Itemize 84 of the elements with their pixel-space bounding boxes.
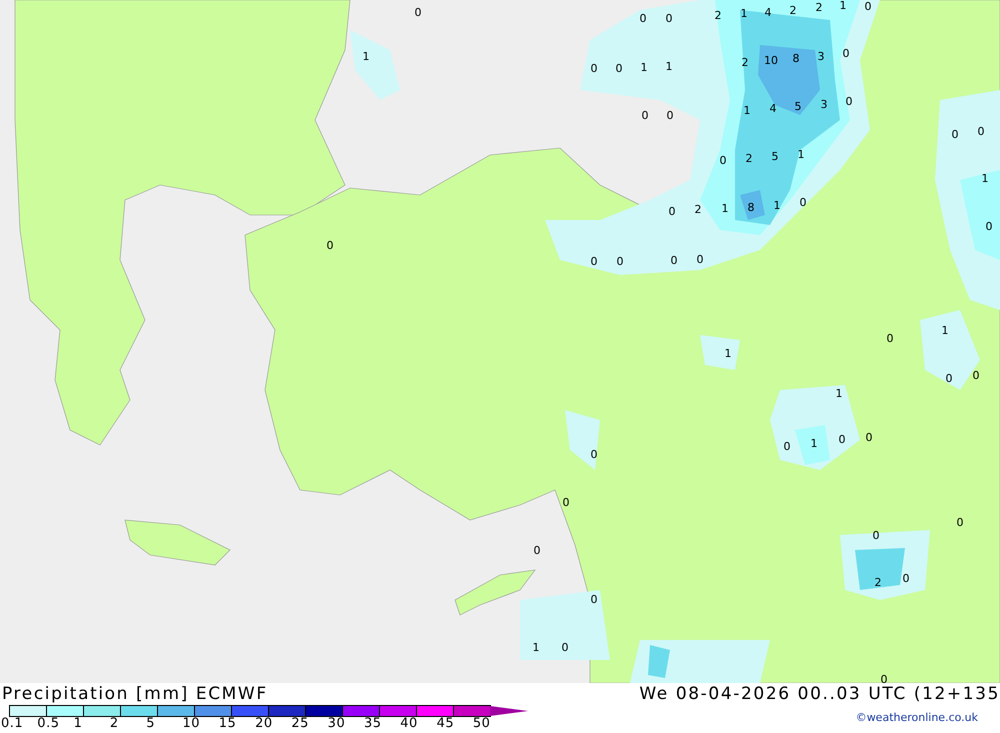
legend-tick-label: 30 [328, 717, 346, 731]
legend-tick-label: 0.5 [37, 717, 60, 731]
map-value-label: 1 [810, 438, 818, 450]
map-value-label: 0 [666, 13, 672, 25]
map-value-label: 0 [720, 155, 726, 167]
map-value-label: 4 [770, 103, 776, 115]
map-value-label: 0 [872, 530, 880, 542]
legend-tick-label: 5 [146, 717, 156, 731]
map-value-label: 0 [534, 545, 540, 557]
map-value-label: 2 [816, 2, 822, 14]
map-value-label: 0 [590, 449, 598, 461]
map-value-label: 0 [670, 255, 678, 267]
map-value-label: 0 [616, 63, 622, 75]
map-value-label: 0 [696, 254, 704, 266]
map-value-label: 2 [874, 577, 882, 589]
map-value-label: 0 [590, 256, 598, 268]
map-value-label: 0 [562, 497, 570, 509]
map-value-label: 1 [666, 61, 672, 73]
map-value-label: 1 [774, 200, 780, 212]
map-value-label: 1 [840, 0, 846, 12]
map-value-label: 1 [836, 388, 842, 400]
legend-tick-label: 1 [74, 717, 84, 731]
map-value-label: 0 [838, 434, 846, 446]
map-value-label: 0 [986, 221, 992, 233]
map-value-label: 0 [800, 197, 806, 209]
map-value-label: 1 [532, 642, 540, 654]
map-value-label: 0 [562, 642, 568, 654]
legend-tick-label: 15 [218, 717, 238, 731]
map-value-label: 0 [902, 573, 910, 585]
map-value-label: 1 [640, 62, 648, 74]
map-value-label: 0 [866, 432, 872, 444]
map-value-label: 2 [746, 153, 752, 165]
legend-tick-label: 25 [291, 717, 310, 731]
map-value-label: 0 [666, 110, 674, 122]
legend-tick-label: 0.1 [1, 717, 24, 731]
map-value-label: 4 [764, 7, 772, 19]
map-value-label: 0 [616, 256, 624, 268]
map-value-label: 0 [590, 63, 598, 75]
map-value-label: 1 [942, 325, 948, 337]
map-value-label: 0 [864, 1, 872, 13]
legend-tick-label: 35 [364, 717, 383, 731]
map-value-label: 1 [740, 8, 748, 20]
map-value-label: 5 [772, 151, 778, 163]
map-title: Precipitation [mm] ECMWF [1, 683, 268, 705]
legend-tick-label: 40 [400, 717, 419, 731]
map-value-label: 0 [946, 373, 952, 385]
legend-tick-label: 50 [472, 717, 492, 731]
map-value-label: 0 [880, 674, 888, 683]
map-value-label: 2 [790, 5, 796, 17]
map-value-label: 0 [640, 13, 646, 25]
valid-time: We 08-04-2026 00..03 UTC (12+135 [639, 683, 1000, 705]
map-value-label: 1 [744, 105, 750, 117]
credit-link[interactable]: ©weatheronline.co.uk [856, 711, 978, 724]
map-value-label: 1 [362, 51, 370, 63]
map-value-label: 8 [748, 202, 754, 214]
map-value-label: 0 [978, 126, 984, 138]
map-value-label: 3 [820, 99, 828, 111]
map-value-label: 2 [694, 204, 702, 216]
map-value-label: 2 [742, 57, 748, 69]
map-value-label: 0 [784, 441, 790, 453]
map-value-label: 1 [798, 149, 804, 161]
map-value-label: 8 [792, 53, 800, 65]
map-value-label: 0 [972, 370, 980, 382]
map-value-label: 0 [886, 333, 894, 345]
map-value-label: 1 [722, 203, 728, 215]
map-value-label: 0 [326, 240, 334, 252]
map-value-label: 1 [724, 348, 732, 360]
map-value-label: 0 [590, 594, 598, 606]
map-value-label: 0 [842, 48, 850, 60]
legend-tick-label: 20 [255, 717, 274, 731]
legend-tick-label: 45 [436, 717, 456, 731]
map-value-label: 10 [764, 55, 778, 67]
map-value-label: 0 [846, 96, 852, 108]
map-value-label: 0 [956, 517, 964, 529]
legend-tick-label: 10 [182, 717, 202, 731]
legend-tick-label: 2 [110, 717, 120, 731]
map-value-label: 1 [982, 173, 988, 185]
map-value-label: 3 [818, 51, 824, 63]
map-value-label: 2 [714, 10, 722, 22]
map-value-label: 0 [414, 7, 422, 19]
map-value-label: 0 [642, 110, 648, 122]
map-value-label: 0 [668, 206, 676, 218]
map-value-label: 5 [794, 101, 802, 113]
map-value-label: 0 [952, 129, 958, 141]
